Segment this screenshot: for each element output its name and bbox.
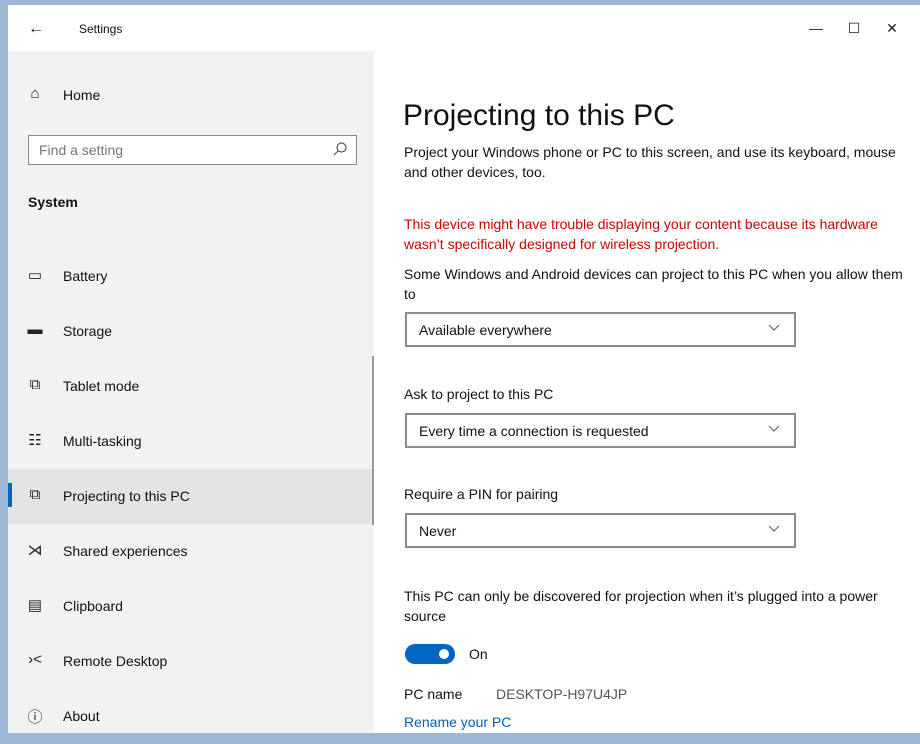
chevron-down-icon <box>768 525 780 532</box>
settings-window: ← Settings — ☐ ✕ ⌂ Home System ▭ Battery… <box>8 5 920 733</box>
sidebar-item-shared-experiences[interactable]: ⋊ Shared experiences <box>8 524 374 579</box>
power-toggle[interactable] <box>405 644 455 664</box>
ask-dropdown[interactable]: Every time a connection is requested <box>405 413 796 448</box>
search-icon[interactable] <box>332 141 348 157</box>
rename-pc-link[interactable]: Rename your PC <box>404 714 511 730</box>
availability-dropdown[interactable]: Available everywhere <box>405 312 796 347</box>
chevron-down-icon <box>768 425 780 432</box>
sidebar-item-label: Projecting to this PC <box>63 488 190 504</box>
ask-label: Ask to project to this PC <box>404 386 554 402</box>
multitasking-icon: ☷ <box>28 432 42 449</box>
pin-dropdown[interactable]: Never <box>405 513 796 548</box>
sidebar-item-battery[interactable]: ▭ Battery <box>8 249 374 304</box>
toggle-state-label: On <box>469 646 488 662</box>
battery-icon: ▭ <box>27 267 43 284</box>
pc-name-label: PC name <box>404 686 463 702</box>
sidebar-item-label: About <box>63 708 100 724</box>
title-bar: ← Settings — ☐ ✕ <box>8 5 920 51</box>
sidebar-item-label: Battery <box>63 268 108 284</box>
chevron-down-icon <box>768 324 780 331</box>
sidebar-item-about[interactable]: ⓘ About <box>8 689 374 744</box>
sidebar-item-label: Storage <box>63 323 113 339</box>
minimize-button[interactable]: — <box>800 15 832 41</box>
sidebar-item-clipboard[interactable]: ▤ Clipboard <box>8 579 374 634</box>
back-arrow-icon[interactable]: ← <box>28 20 44 38</box>
home-icon: ⌂ <box>30 85 40 102</box>
sidebar-item-remote-desktop[interactable]: ›< Remote Desktop <box>8 634 374 689</box>
pin-label: Require a PIN for pairing <box>404 486 559 502</box>
sidebar-item-label: Home <box>63 87 101 103</box>
search-input[interactable] <box>39 142 319 158</box>
sidebar-item-home[interactable]: ⌂ Home <box>8 79 374 111</box>
page-title: Projecting to this PC <box>403 99 675 133</box>
maximize-button[interactable]: ☐ <box>838 15 870 41</box>
dropdown-value: Available everywhere <box>419 322 552 338</box>
remote-desktop-icon: ›< <box>28 651 42 668</box>
intro-text: Project your Windows phone or PC to this… <box>404 144 896 180</box>
sidebar-item-label: Remote Desktop <box>63 653 168 669</box>
pc-name-value: DESKTOP-H97U4JP <box>496 686 628 702</box>
projecting-icon: ⧉ <box>29 486 41 503</box>
sidebar-item-label: Tablet mode <box>63 378 140 394</box>
sidebar-item-label: Multi-tasking <box>63 433 142 449</box>
clipboard-icon: ▤ <box>27 597 43 614</box>
selection-indicator <box>8 483 12 507</box>
shared-experiences-icon: ⋊ <box>27 542 43 559</box>
availability-label: Some Windows and Android devices can pro… <box>404 266 903 302</box>
storage-icon: ▬ <box>27 321 43 338</box>
warning-text: This device might have trouble displayin… <box>404 216 878 252</box>
sidebar: ⌂ Home System ▭ Battery ▬ Storage ⧉ Tabl… <box>8 51 374 733</box>
window-title: Settings <box>79 22 123 36</box>
sidebar-item-label: Clipboard <box>63 598 123 614</box>
main-content: Projecting to this PC Project your Windo… <box>374 51 920 733</box>
close-button[interactable]: ✕ <box>876 15 908 41</box>
power-label: This PC can only be discovered for proje… <box>404 588 878 624</box>
sidebar-item-tablet-mode[interactable]: ⧉ Tablet mode <box>8 359 374 414</box>
dropdown-value: Every time a connection is requested <box>419 423 649 439</box>
sidebar-item-projecting[interactable]: ⧉ Projecting to this PC <box>8 469 374 524</box>
sidebar-item-multitasking[interactable]: ☷ Multi-tasking <box>8 414 374 469</box>
search-box[interactable] <box>28 135 357 165</box>
tablet-mode-icon: ⧉ <box>29 376 41 393</box>
info-icon: ⓘ <box>27 709 43 726</box>
section-heading-system: System <box>28 194 78 210</box>
sidebar-item-label: Shared experiences <box>63 543 188 559</box>
dropdown-value: Never <box>419 523 457 539</box>
sidebar-item-storage[interactable]: ▬ Storage <box>8 304 374 359</box>
toggle-knob <box>439 649 449 659</box>
